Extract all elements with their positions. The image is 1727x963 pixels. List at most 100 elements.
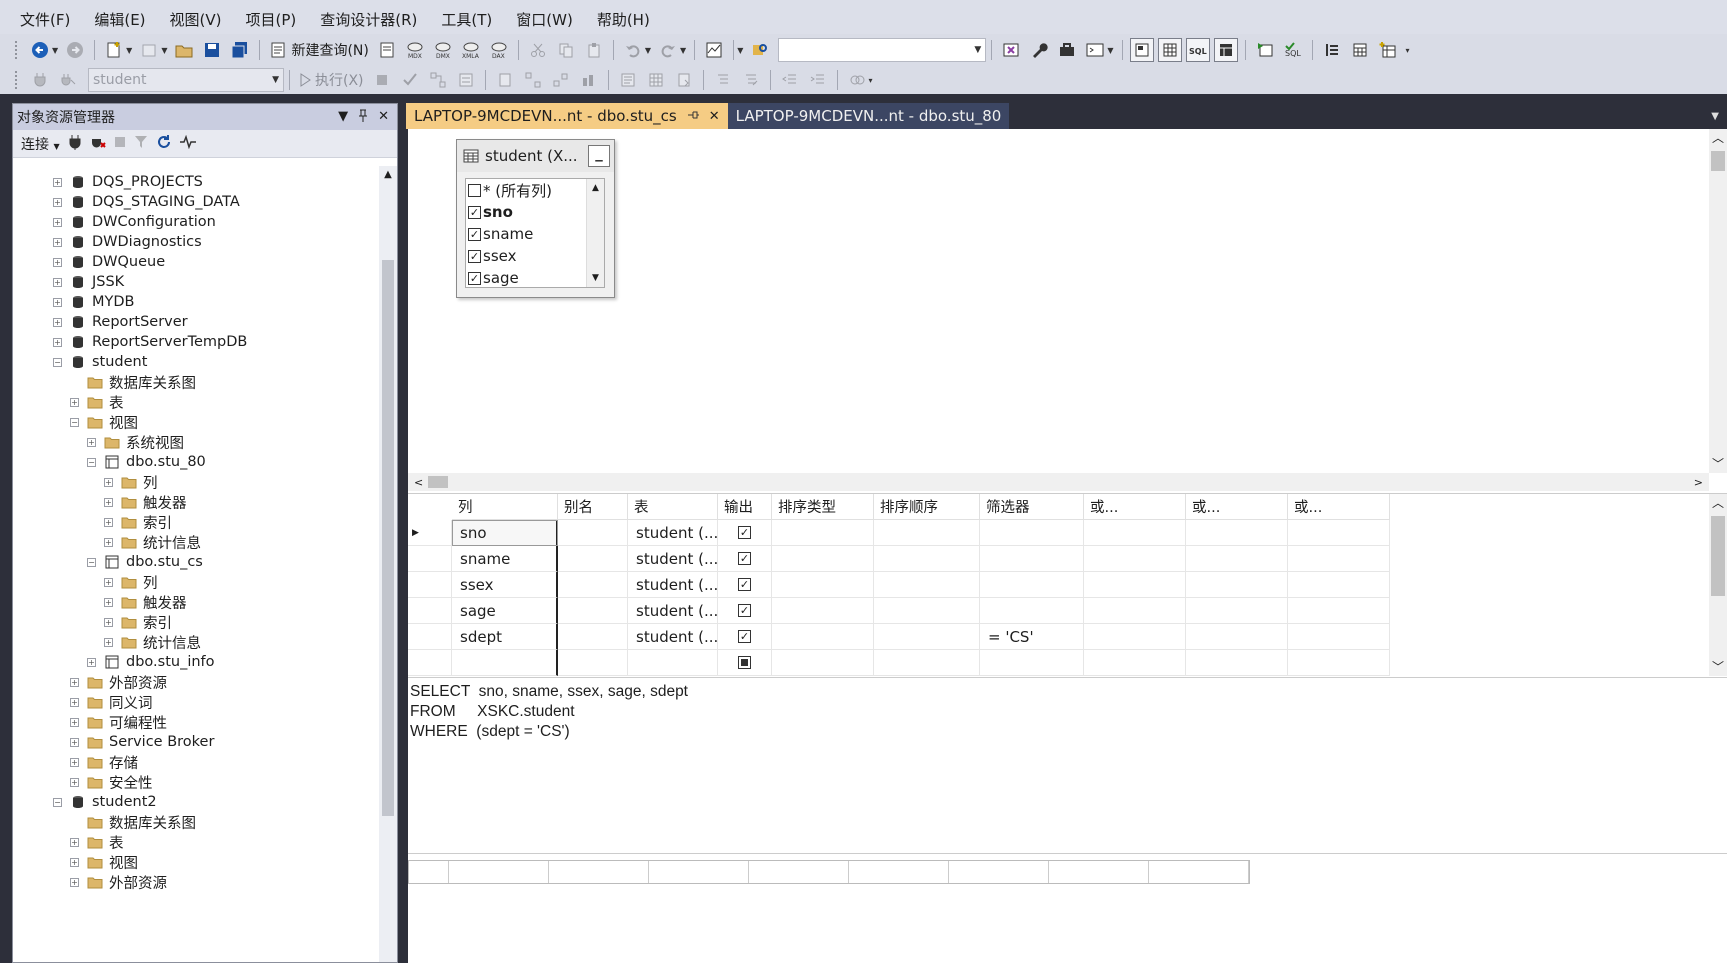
tree-node[interactable]: + 触发器 xyxy=(104,492,187,512)
back-dropdown-icon[interactable]: ▼ xyxy=(52,46,58,55)
sort-order-cell[interactable] xyxy=(874,546,980,572)
expand-icon[interactable]: + xyxy=(70,757,79,767)
sort-order-cell[interactable] xyxy=(874,572,980,598)
collapse-icon[interactable]: − xyxy=(87,457,96,467)
copy-icon[interactable] xyxy=(554,38,578,62)
search-combo[interactable]: ▼ xyxy=(778,38,987,62)
table-cell[interactable]: student (... xyxy=(628,624,718,650)
disconnect-icon[interactable] xyxy=(90,134,106,154)
undo-dropdown-icon[interactable]: ▼ xyxy=(645,46,651,55)
show-diagram-pane-icon[interactable] xyxy=(1129,38,1154,62)
results-to-grid-icon[interactable] xyxy=(644,68,668,92)
pin-icon[interactable] xyxy=(687,109,699,123)
tab-stu-cs[interactable]: LAPTOP-9MCDEVN...nt - dbo.stu_cs ✕ xyxy=(406,103,728,129)
results-column-header[interactable] xyxy=(849,861,949,883)
paste-icon[interactable] xyxy=(582,38,606,62)
column-cell[interactable] xyxy=(452,650,558,676)
solution-config-dropdown-icon[interactable]: ▼ xyxy=(737,46,743,55)
increase-indent-icon[interactable] xyxy=(806,68,830,92)
redo-dropdown-icon[interactable]: ▼ xyxy=(680,46,686,55)
parse-checkmark-icon[interactable] xyxy=(398,68,422,92)
expand-icon[interactable]: + xyxy=(53,257,62,267)
or-cell[interactable] xyxy=(1186,624,1288,650)
scroll-up-icon[interactable]: ︿ xyxy=(1709,129,1727,147)
or-cell[interactable] xyxy=(1186,598,1288,624)
output-checkbox[interactable]: ✓ xyxy=(738,578,751,591)
scroll-up-icon[interactable]: ︿ xyxy=(1709,494,1727,512)
results-column-header[interactable] xyxy=(749,861,849,883)
stop-icon[interactable] xyxy=(370,68,394,92)
tree-node[interactable]: + dbo.stu_info xyxy=(87,652,215,672)
find-in-files-icon[interactable] xyxy=(748,38,772,62)
refresh-icon[interactable] xyxy=(156,134,172,154)
or-cell[interactable] xyxy=(1084,650,1186,676)
sql-pane[interactable]: SELECT sno, sname, ssex, sage, sdept FRO… xyxy=(408,677,1727,853)
alias-cell[interactable] xyxy=(558,624,628,650)
sort-order-cell[interactable] xyxy=(874,520,980,546)
tree-node[interactable]: + DQS_STAGING_DATA xyxy=(53,192,240,212)
close-icon[interactable]: ✕ xyxy=(709,109,720,124)
diagram-pane[interactable]: student (X... _ * (所有列) ✓ sno ✓ sname ✓ ssex ✓ s… xyxy=(408,129,1727,473)
redo-icon[interactable] xyxy=(656,38,680,62)
expand-icon[interactable]: + xyxy=(70,877,79,887)
alias-cell[interactable] xyxy=(558,650,628,676)
group-by-icon[interactable] xyxy=(1320,38,1344,62)
output-checkbox-cell[interactable]: ✓ xyxy=(718,624,772,650)
execute-sql-icon[interactable] xyxy=(1253,38,1277,62)
show-results-pane-icon[interactable] xyxy=(1213,38,1238,62)
tree-node[interactable]: + ReportServer xyxy=(53,312,188,332)
toolbar-overflow-icon[interactable]: ▾ xyxy=(869,76,873,85)
tree-node[interactable]: + 统计信息 xyxy=(104,532,201,552)
comment-lines-icon[interactable] xyxy=(711,68,735,92)
database-combo[interactable]: student ▼ xyxy=(88,68,284,92)
connect-button[interactable]: 连接 ▼ xyxy=(21,134,60,154)
or-cell[interactable] xyxy=(1186,546,1288,572)
tree-node[interactable]: + DWDiagnostics xyxy=(53,232,202,252)
or-cell[interactable] xyxy=(1186,572,1288,598)
expand-icon[interactable]: + xyxy=(104,637,113,647)
tree-node[interactable]: − student2 xyxy=(53,792,157,812)
undo-icon[interactable] xyxy=(621,38,645,62)
header-table[interactable]: 表 xyxy=(628,494,718,520)
collapse-icon[interactable]: − xyxy=(53,797,62,807)
tree-node[interactable]: + 安全性 xyxy=(70,772,153,792)
expand-icon[interactable]: + xyxy=(87,657,96,667)
or-cell[interactable] xyxy=(1084,546,1186,572)
sort-type-cell[interactable] xyxy=(772,624,874,650)
header-column[interactable]: 列 xyxy=(452,494,558,520)
expand-icon[interactable]: + xyxy=(53,197,62,207)
minimize-icon[interactable]: _ xyxy=(588,144,610,167)
expand-icon[interactable]: + xyxy=(53,217,62,227)
verify-sql-icon[interactable]: SQL xyxy=(1281,38,1305,62)
row-header[interactable] xyxy=(408,650,452,676)
diagram-vertical-scrollbar[interactable]: ︿ ﹀ xyxy=(1709,129,1727,473)
expand-icon[interactable]: + xyxy=(70,717,79,727)
tree-node[interactable]: + 索引 xyxy=(104,612,172,632)
results-column-header[interactable] xyxy=(549,861,649,883)
table-cell[interactable]: student (... xyxy=(628,572,718,598)
or-cell[interactable] xyxy=(1288,572,1390,598)
or-cell[interactable] xyxy=(1084,598,1186,624)
command-window-icon[interactable] xyxy=(1083,38,1107,62)
scroll-up-icon[interactable]: ▲ xyxy=(379,166,397,184)
mdx-query-icon[interactable]: MDX xyxy=(403,38,427,62)
diagram-horizontal-scrollbar[interactable]: < > xyxy=(408,473,1709,491)
client-statistics-icon[interactable] xyxy=(577,68,601,92)
tree-node[interactable]: + 统计信息 xyxy=(104,632,201,652)
specify-template-values-icon[interactable] xyxy=(845,68,869,92)
dax-query-icon[interactable]: DAX xyxy=(487,38,511,62)
expand-icon[interactable]: + xyxy=(70,777,79,787)
row-header[interactable] xyxy=(408,598,452,624)
column-list-scrollbar[interactable]: ▲ ▼ xyxy=(586,179,604,287)
table-column-item[interactable]: ✓ sname xyxy=(466,223,604,245)
tree-node[interactable]: + 同义词 xyxy=(70,692,153,712)
change-connection-icon[interactable] xyxy=(56,68,80,92)
results-column-header[interactable] xyxy=(409,861,449,883)
expand-icon[interactable]: + xyxy=(53,337,62,347)
table-column-item[interactable]: ✓ sage xyxy=(466,267,604,287)
scroll-down-icon[interactable]: ▼ xyxy=(587,269,604,287)
forward-icon[interactable] xyxy=(63,38,87,62)
header-or[interactable]: 或... xyxy=(1288,494,1390,520)
scrollbar-thumb[interactable] xyxy=(428,476,448,488)
add-item-icon[interactable] xyxy=(137,38,161,62)
